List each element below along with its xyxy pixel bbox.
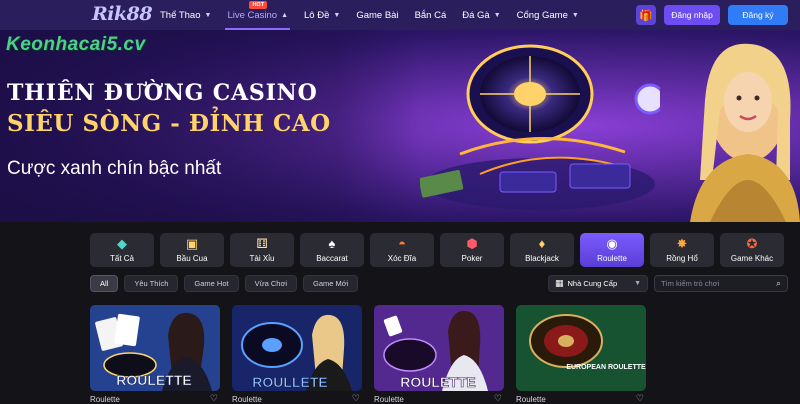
thumb-title: ROULETTE <box>400 374 475 390</box>
site-logo[interactable]: Rik88 <box>92 3 153 25</box>
heart-icon[interactable]: ♡ <box>636 393 644 404</box>
nav-item-da-ga[interactable]: Đá Gà ▼ <box>454 0 508 30</box>
nav-item-live-casino[interactable]: HOT Live Casino ▲ <box>219 0 296 30</box>
dealer-illustration <box>690 43 800 222</box>
nav-label: Game Bài <box>356 9 399 21</box>
provider-label: Nhà Cung Cấp <box>567 279 618 288</box>
category-baccarat[interactable]: ♠ Baccarat <box>300 233 364 267</box>
category-bau-cua[interactable]: ▣ Bầu Cua <box>160 233 224 267</box>
top-navbar: Rik88 Thể Thao ▼ HOT Live Casino ▲ Lô Đề ▼ … <box>0 0 800 30</box>
nav-label: Bắn Cá <box>414 9 447 21</box>
chevron-down-icon: ▼ <box>571 11 579 19</box>
filter-favorites[interactable]: Yêu Thích <box>124 275 179 292</box>
category-xoc-dia[interactable]: ◓ Xóc Đĩa <box>370 233 434 267</box>
category-label: Rồng Hổ <box>666 254 698 263</box>
nav-item-game-bai[interactable]: Game Bài <box>348 0 406 30</box>
chevron-down-icon: ▼ <box>333 11 341 19</box>
category-label: Baccarat <box>316 254 348 263</box>
roulette-wheel-illustration <box>420 44 660 210</box>
category-tai-xiu[interactable]: ⚅ Tài Xỉu <box>230 233 294 267</box>
bowl-icon: ◓ <box>398 236 406 251</box>
nav-label: Đá Gà <box>462 9 490 21</box>
thumb-title-line: EUROPEAN ROULETTE <box>566 364 646 371</box>
nav-item-lo-de[interactable]: Lô Đề ▼ <box>296 0 348 30</box>
poker-chip-icon: ⬢ <box>466 236 478 251</box>
game-thumbnail[interactable]: ROULETTE <box>374 305 504 391</box>
nav-label: Lô Đề <box>304 9 330 21</box>
login-button[interactable]: Đăng nhập <box>664 5 720 25</box>
category-label: Tất Cả <box>109 254 134 263</box>
gift-icon: 🎁 <box>639 9 653 22</box>
register-button[interactable]: Đăng ký <box>728 5 788 25</box>
category-blackjack[interactable]: ♦ Blackjack <box>510 233 574 267</box>
search-input[interactable] <box>661 279 776 288</box>
mascot-icon: ✪ <box>746 236 758 251</box>
chevron-down-icon: ▼ <box>493 11 501 19</box>
tiger-icon: ✸ <box>676 236 688 251</box>
filter-game-hot[interactable]: Game Hot <box>184 275 239 292</box>
game-card[interactable]: ROULETTE Roulette ♡ <box>374 305 504 404</box>
game-category-bar: ◆ Tất Cả ▣ Bầu Cua ⚅ Tài Xỉu ♠ Baccarat … <box>90 233 790 267</box>
nav-label: Cổng Game <box>516 9 568 21</box>
cards-icon: ♠ <box>328 236 336 251</box>
heart-icon[interactable]: ♡ <box>210 393 218 404</box>
thumb-title: ROULETTE <box>116 372 191 388</box>
category-label: Bầu Cua <box>176 254 208 263</box>
category-label: Poker <box>461 254 483 263</box>
game-card[interactable]: ROULETTE Roulette ♡ <box>90 305 220 404</box>
category-game-khac[interactable]: ✪ Game Khác <box>720 233 784 267</box>
game-thumbnail[interactable]: EUROPEAN ROULETTE <box>516 305 646 391</box>
nav-item-the-thao[interactable]: Thể Thao ▼ <box>152 0 219 30</box>
heart-icon[interactable]: ♡ <box>352 393 360 404</box>
category-label: Game Khác <box>730 254 774 263</box>
hero-tagline: Cược xanh chín bậc nhất <box>7 158 222 179</box>
category-roulette[interactable]: ◉ Roulette <box>580 233 644 267</box>
nav-label: Live Casino <box>227 9 278 21</box>
hot-badge: HOT <box>249 1 268 9</box>
nav-label: Thể Thao <box>160 9 201 21</box>
hero-banner[interactable]: Keonhacai5.cv THIÊN ĐƯỜNG CASINO SIÊU SÒ… <box>0 30 800 222</box>
grid-icon: ▦ <box>555 278 564 288</box>
filter-all[interactable]: All <box>90 275 119 292</box>
chevron-up-icon: ▲ <box>281 11 289 19</box>
dice-block-icon: ▣ <box>185 236 199 251</box>
heart-icon[interactable]: ♡ <box>494 393 502 404</box>
nav-item-cong-game[interactable]: Cổng Game ▼ <box>509 0 587 30</box>
chevron-down-icon: ▼ <box>634 280 641 287</box>
filter-chips: All Yêu Thích Game Hot Vừa Chơi Game Mới <box>90 275 359 292</box>
provider-dropdown[interactable]: ▦ Nhà Cung Cấp ▼ <box>548 275 648 292</box>
game-card[interactable]: EUROPEAN ROULETTE Roulette ♡ <box>516 305 646 404</box>
game-thumbnail[interactable]: ROULETTE <box>90 305 220 391</box>
search-icon[interactable]: ⌕ <box>776 278 781 289</box>
category-label: Xóc Đĩa <box>387 254 417 263</box>
hero-title: THIÊN ĐƯỜNG CASINO <box>7 80 318 106</box>
chevron-down-icon: ▼ <box>204 11 212 19</box>
thumb-title: ROULLETE <box>252 374 327 390</box>
gift-button[interactable]: 🎁 <box>636 5 656 25</box>
roulette-icon: ◉ <box>606 236 618 251</box>
category-rong-ho[interactable]: ✸ Rồng Hổ <box>650 233 714 267</box>
diamond-icon: ◆ <box>117 236 127 251</box>
main-nav: Thể Thao ▼ HOT Live Casino ▲ Lô Đề ▼ Game B… <box>152 0 587 30</box>
watermark-text: Keonhacai5.cv <box>6 34 146 55</box>
hero-subtitle: SIÊU SÒNG - ĐỈNH CAO <box>7 110 331 137</box>
nav-item-ban-ca[interactable]: Bắn Cá <box>407 0 455 30</box>
game-card[interactable]: ROULLETE Roulette ♡ <box>232 305 362 404</box>
filter-recently-played[interactable]: Vừa Chơi <box>244 275 298 292</box>
dice-icon: ⚅ <box>256 236 268 251</box>
category-label: Roulette <box>597 254 627 263</box>
game-search: ⌕ <box>654 275 788 292</box>
category-label: Tài Xỉu <box>249 254 275 263</box>
category-tat-ca[interactable]: ◆ Tất Cả <box>90 233 154 267</box>
category-poker[interactable]: ⬢ Poker <box>440 233 504 267</box>
game-grid: ROULETTE Roulette ♡ ROULLETE Roulette ♡ <box>90 305 646 404</box>
filter-new-games[interactable]: Game Mới <box>303 275 359 292</box>
card-icon: ♦ <box>538 236 546 251</box>
game-thumbnail[interactable]: ROULLETE <box>232 305 362 391</box>
category-label: Blackjack <box>525 254 559 263</box>
